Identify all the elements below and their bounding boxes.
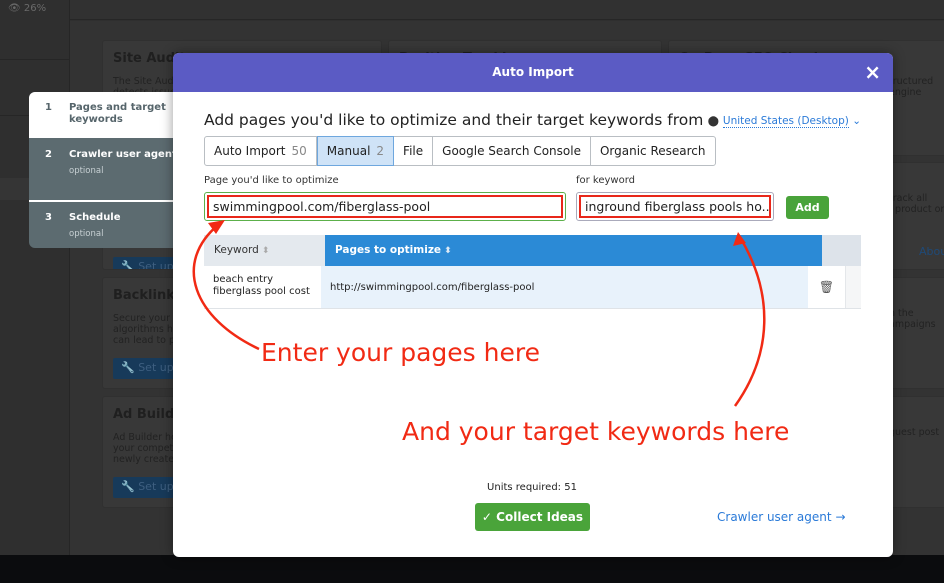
arrow-right-icon: → bbox=[835, 510, 846, 524]
tab-manual[interactable]: Manual 2 bbox=[316, 136, 395, 166]
modal-title: Auto Import bbox=[492, 65, 574, 79]
background-topbar bbox=[70, 0, 944, 20]
pages-table: Keyword ⬍ Pages to optimize ⬍ beach entry … bbox=[204, 235, 861, 309]
close-icon[interactable]: × bbox=[864, 53, 881, 92]
sort-icon: ⬍ bbox=[444, 246, 452, 256]
table-header: Keyword ⬍ Pages to optimize ⬍ bbox=[204, 235, 861, 266]
step-schedule[interactable]: 3 Schedule optional bbox=[29, 200, 179, 248]
collect-ideas-button[interactable]: ✓ Collect Ideas bbox=[475, 503, 590, 531]
crawler-user-agent-link[interactable]: Crawler user agent → bbox=[717, 510, 846, 524]
background-sidebar: 👁 26% bbox=[0, 0, 70, 555]
divider bbox=[0, 59, 70, 60]
page-field-label: Page you'd like to optimize bbox=[204, 175, 339, 186]
about-link[interactable]: Abou bbox=[919, 245, 944, 258]
tab-google-search-console[interactable]: Google Search Console bbox=[433, 137, 591, 165]
sort-icon: ⬍ bbox=[261, 246, 270, 256]
keyword-field-label: for keyword bbox=[576, 175, 636, 186]
row-page: http://swimmingpool.com/fiberglass-pool bbox=[321, 266, 808, 308]
view-percent: 👁 26% bbox=[8, 3, 47, 14]
check-icon: ✓ bbox=[481, 510, 492, 524]
annotation-pages: Enter your pages here bbox=[261, 338, 540, 367]
chevron-down-icon: ⌄ bbox=[852, 115, 861, 127]
location-selector[interactable]: ⬤ United States (Desktop) ⌄ bbox=[707, 115, 861, 128]
auto-import-modal: Auto Import × Add pages you'd like to op… bbox=[173, 53, 893, 557]
map-pin-icon: ⬤ bbox=[707, 116, 719, 127]
tab-auto-import[interactable]: Auto Import 50 bbox=[205, 137, 317, 165]
annotation-keywords: And your target keywords here bbox=[402, 417, 790, 446]
about-link[interactable]: Abou bbox=[919, 153, 944, 155]
step-pages-keywords[interactable]: 1 Pages and target keywords bbox=[29, 92, 179, 138]
table-row: beach entry fiberglass pool cost http://… bbox=[204, 266, 861, 309]
wizard-steps: 1 Pages and target keywords 2 Crawler us… bbox=[29, 92, 179, 248]
eye-icon: 👁 bbox=[8, 3, 21, 14]
step-crawler-user-agent[interactable]: 2 Crawler user agent optional bbox=[29, 138, 179, 200]
row-keyword: beach entry fiberglass pool cost bbox=[213, 274, 310, 297]
add-button[interactable]: Add bbox=[786, 196, 829, 219]
source-tabs: Auto Import 50 Manual 2 File Google Search… bbox=[204, 136, 716, 166]
arrowhead bbox=[208, 220, 225, 234]
keyword-input[interactable]: inground fiberglass pools ho... bbox=[576, 192, 774, 221]
footer-bar bbox=[0, 555, 944, 583]
units-required: Units required: 51 bbox=[487, 482, 577, 493]
page-url-input[interactable]: swimmingpool.com/fiberglass-pool bbox=[204, 192, 566, 221]
column-keyword[interactable]: Keyword ⬍ bbox=[204, 235, 325, 266]
tab-organic-research[interactable]: Organic Research bbox=[591, 137, 715, 165]
trash-icon[interactable]: 🗑 bbox=[808, 266, 846, 308]
modal-header: Auto Import × bbox=[173, 53, 893, 92]
column-pages[interactable]: Pages to optimize ⬍ bbox=[325, 235, 822, 266]
modal-headline: Add pages you'd like to optimize and the… bbox=[204, 111, 704, 129]
tab-file[interactable]: File bbox=[394, 137, 434, 165]
